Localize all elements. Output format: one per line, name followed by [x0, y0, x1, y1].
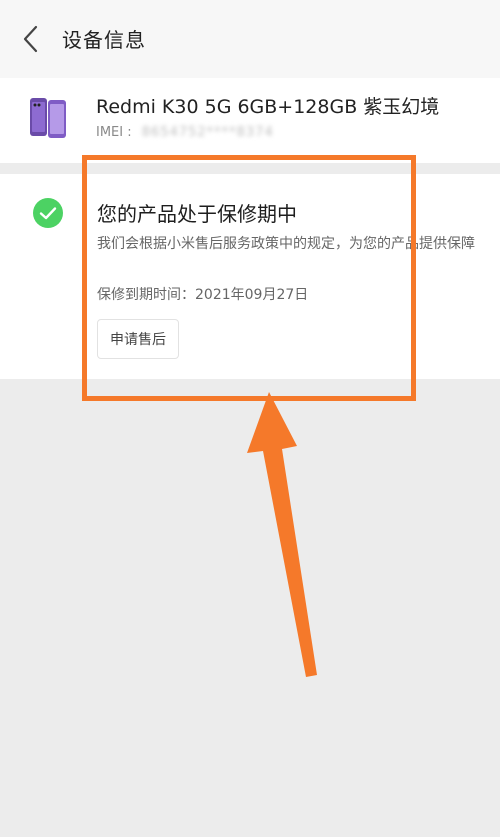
device-info-row[interactable]: Redmi K30 5G 6GB+128GB 紫玉幻境 IMEI : 86547… — [0, 78, 500, 163]
chevron-left-icon — [23, 25, 38, 53]
imei-label: IMEI : — [96, 125, 132, 140]
warranty-card: 您的产品处于保修期中 我们会根据小米售后服务政策中的规定，为您的产品提供保障 保… — [0, 174, 500, 379]
back-button[interactable] — [16, 22, 46, 56]
warranty-status-title: 您的产品处于保修期中 — [97, 202, 297, 226]
imei-line: IMEI : 8654752****8374 — [96, 125, 274, 140]
device-name: Redmi K30 5G 6GB+128GB 紫玉幻境 — [96, 96, 440, 118]
app-header: 设备信息 — [0, 0, 500, 78]
phone-thumbnail — [28, 96, 68, 140]
check-circle-icon — [33, 198, 63, 228]
warranty-description: 我们会根据小米售后服务政策中的规定，为您的产品提供保障 — [97, 236, 475, 252]
section-divider — [0, 163, 500, 174]
imei-value: 8654752****8374 — [141, 125, 274, 140]
apply-after-sales-button[interactable]: 申请售后 — [97, 319, 179, 359]
page-title: 设备信息 — [62, 28, 146, 52]
warranty-expiry-date: 保修到期时间：2021年09月27日 — [97, 287, 309, 303]
